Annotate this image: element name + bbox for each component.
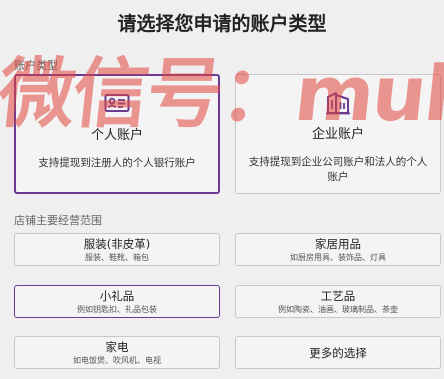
scope-option-subtitle: 例如钥匙扣、礼品包装	[77, 305, 157, 314]
scope-option-subtitle: 例如陶瓷、油画、玻璃制品、茶壶	[278, 305, 398, 314]
business-scope-label: 店铺主要经营范围	[14, 214, 102, 227]
business-account-card[interactable]: 企业账户 支持提现到企业公司账户和法人的个人账户	[235, 74, 441, 194]
business-account-description: 支持提现到企业公司账户和法人的个人账户	[248, 156, 428, 183]
scope-option-title: 家电	[105, 340, 129, 354]
scope-option-title: 服装(非皮革)	[83, 237, 151, 251]
scope-option-subtitle: 如厨房用具、装饰品、灯具	[290, 253, 386, 262]
personal-account-description: 支持提现到注册人的个人银行账户	[38, 157, 196, 169]
account-type-label: 账户类型	[14, 59, 58, 72]
scope-option-title: 工艺品	[320, 289, 356, 303]
scope-option-crafts[interactable]: 工艺品 例如陶瓷、油画、玻璃制品、茶壶	[235, 285, 441, 318]
scope-option-title: 家居用品	[315, 237, 361, 251]
scope-option-home-goods[interactable]: 家居用品 如厨房用具、装饰品、灯具	[235, 233, 441, 266]
scope-option-appliances[interactable]: 家电 如电饭煲、吹风机、电视	[14, 336, 220, 369]
scope-option-subtitle: 如电饭煲、吹风机、电视	[73, 356, 161, 365]
personal-account-title: 个人账户	[90, 128, 143, 143]
scope-option-title: 更多的选择	[309, 346, 367, 360]
scope-option-more-choices[interactable]: 更多的选择	[235, 336, 441, 369]
personal-account-card[interactable]: 个人账户 支持提现到注册人的个人银行账户	[14, 74, 220, 194]
scope-option-title: 小礼品	[99, 289, 135, 303]
business-account-title: 企业账户	[311, 127, 364, 142]
scope-option-subtitle: 服装、鞋靴、箱包	[85, 253, 149, 262]
id-card-icon	[104, 92, 130, 118]
scope-option-small-gifts[interactable]: 小礼品 例如钥匙扣、礼品包装	[14, 285, 220, 318]
scope-option-clothing[interactable]: 服装(非皮革) 服装、鞋靴、箱包	[14, 233, 220, 266]
building-icon	[325, 91, 351, 119]
page-title: 请选择您申请的账户类型	[117, 13, 327, 35]
